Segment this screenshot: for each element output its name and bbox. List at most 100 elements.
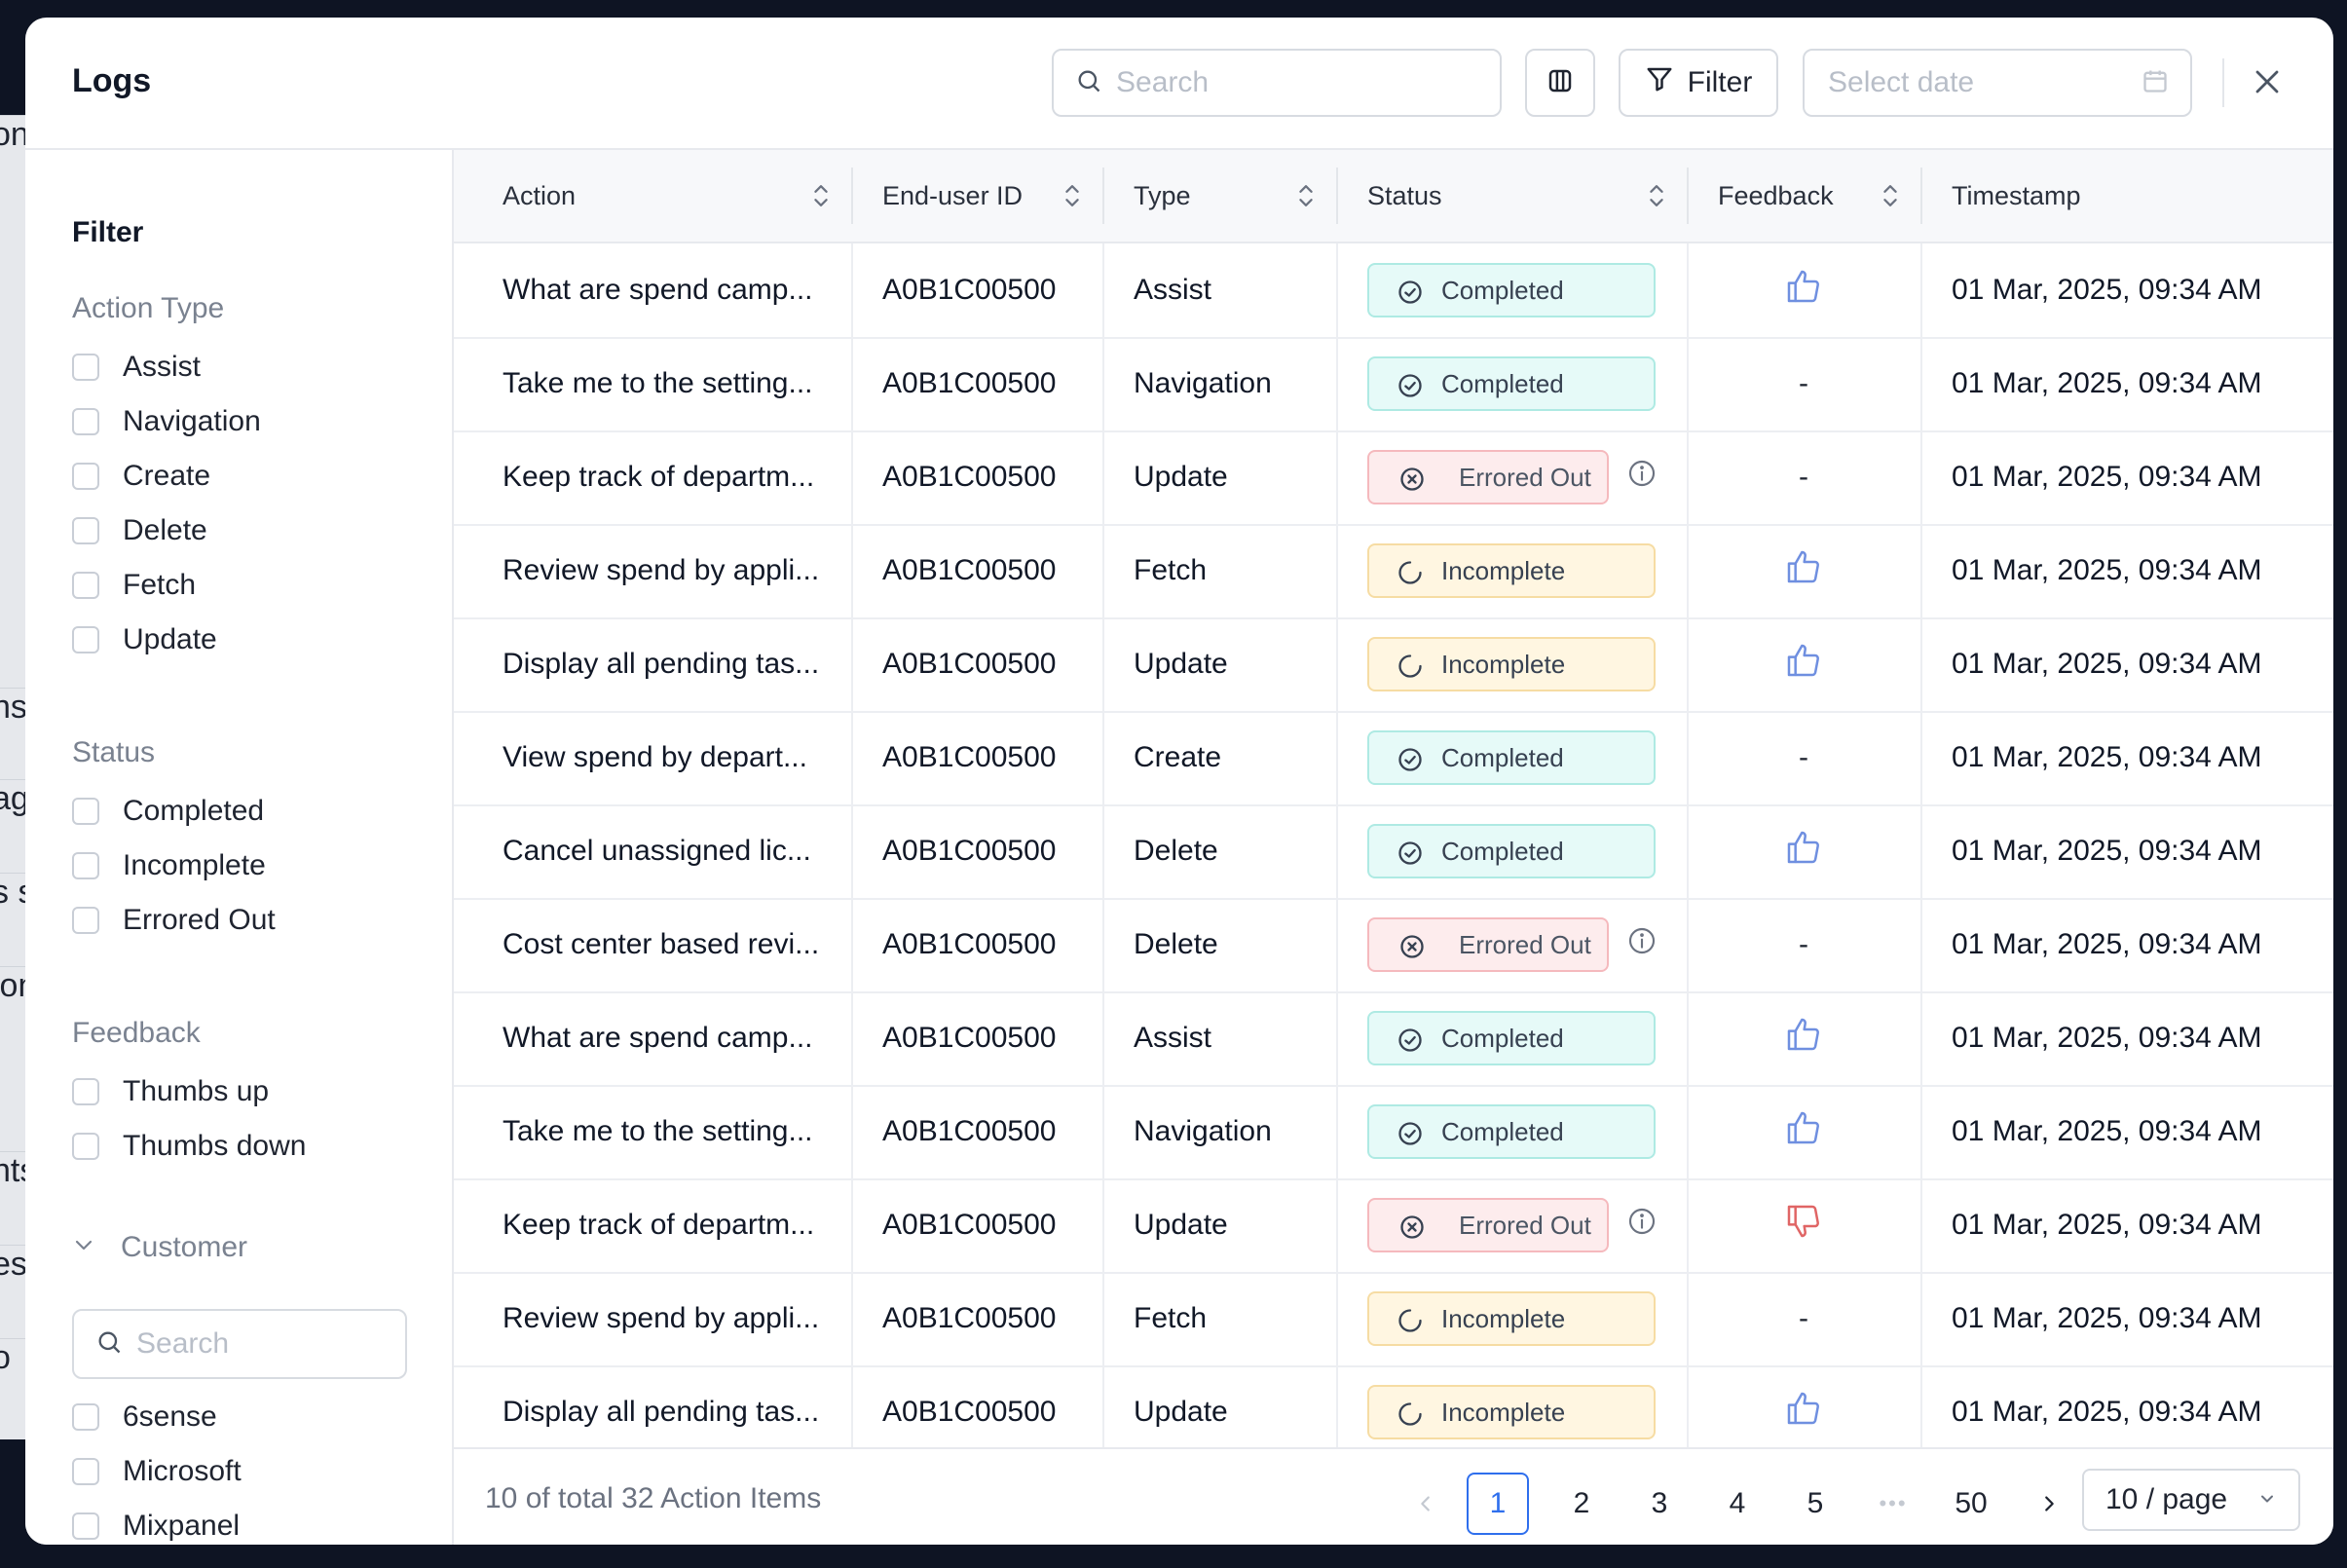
cell-action: Cancel unassigned lic...	[503, 835, 811, 867]
filter-option-navigation[interactable]: Navigation	[72, 405, 261, 438]
feedback-heading: Feedback	[72, 1017, 201, 1049]
sort-icon[interactable]	[1881, 182, 1899, 216]
checkbox[interactable]	[72, 852, 99, 879]
table-row[interactable]: Review spend by appli... A0B1C00500 Fetch I…	[454, 1272, 2333, 1367]
table-row[interactable]: What are spend camp... A0B1C00500 Assist Co…	[454, 243, 2333, 339]
page-button-2[interactable]: 2	[1550, 1473, 1613, 1535]
search-input[interactable]	[1114, 65, 1500, 100]
filter-option-microsoft[interactable]: Microsoft	[72, 1455, 242, 1488]
page-button-4[interactable]: 4	[1706, 1473, 1769, 1535]
table-row[interactable]: Display all pending tas... A0B1C00500 Upda…	[454, 617, 2333, 713]
filter-button[interactable]: Filter	[1619, 49, 1778, 117]
checkbox[interactable]	[72, 907, 99, 934]
checkbox[interactable]	[72, 1078, 99, 1105]
date-input[interactable]	[1826, 65, 2122, 100]
column-header-feedback[interactable]: Feedback	[1687, 150, 1920, 242]
checkbox[interactable]	[72, 626, 99, 653]
checkbox[interactable]	[72, 463, 99, 490]
filter-option-fetch[interactable]: Fetch	[72, 569, 196, 602]
filter-option-errored-out[interactable]: Errored Out	[72, 904, 276, 937]
sort-icon[interactable]	[1297, 182, 1315, 216]
column-divider	[851, 991, 853, 1085]
next-page-button[interactable]	[2018, 1473, 2080, 1535]
table-row[interactable]: Cost center based revi... A0B1C00500 Delet…	[454, 898, 2333, 993]
cell-feedback	[1687, 1365, 1920, 1459]
checkbox[interactable]	[72, 354, 99, 381]
info-icon[interactable]	[1626, 1206, 1658, 1245]
items-summary: 10 of total 32 Action Items	[485, 1482, 822, 1514]
date-picker[interactable]	[1803, 49, 2192, 117]
column-divider	[1102, 1085, 1104, 1178]
page-button-1[interactable]: 1	[1467, 1473, 1529, 1535]
table-row[interactable]: Review spend by appli... A0B1C00500 Fetch I…	[454, 524, 2333, 619]
filter-option-incomplete[interactable]: Incomplete	[72, 849, 266, 882]
customer-search-field[interactable]	[72, 1309, 407, 1379]
filter-option-update[interactable]: Update	[72, 623, 217, 656]
status-badge: Incomplete	[1367, 1385, 1656, 1439]
table-row[interactable]: What are spend camp... A0B1C00500 Assist Co…	[454, 991, 2333, 1087]
filter-option-delete[interactable]: Delete	[72, 514, 207, 547]
column-divider	[851, 430, 853, 524]
checkbox[interactable]	[72, 572, 99, 599]
status-label: Completed	[1441, 1023, 1564, 1053]
action-type-heading: Action Type	[72, 292, 225, 324]
column-divider	[1336, 1365, 1338, 1459]
column-divider	[851, 337, 853, 430]
sort-icon[interactable]	[1063, 182, 1081, 216]
column-header-end-user-id[interactable]: End-user ID	[851, 150, 1102, 242]
search-field[interactable]	[1052, 49, 1502, 117]
column-divider	[1336, 430, 1338, 524]
filter-option-create[interactable]: Create	[72, 460, 210, 493]
customer-section-toggle[interactable]: Customer	[72, 1231, 247, 1264]
columns-button[interactable]	[1525, 49, 1595, 117]
filter-option-thumbs-down[interactable]: Thumbs down	[72, 1130, 306, 1163]
checkbox[interactable]	[72, 798, 99, 825]
cell-action: Cost center based revi...	[503, 928, 820, 960]
column-divider	[1920, 243, 1922, 337]
page-button-5[interactable]: 5	[1784, 1473, 1846, 1535]
status-badge: Errored Out	[1367, 450, 1609, 504]
cell-timestamp: 01 Mar, 2025, 09:34 AM	[1952, 928, 2262, 960]
filter-option-thumbs-up[interactable]: Thumbs up	[72, 1075, 269, 1108]
sort-icon[interactable]	[1648, 182, 1665, 216]
column-header-action[interactable]: Action	[454, 150, 851, 242]
filter-option-completed[interactable]: Completed	[72, 795, 264, 828]
checkbox[interactable]	[72, 1512, 99, 1540]
table-row[interactable]: Keep track of departm... A0B1C00500 Update…	[454, 1178, 2333, 1274]
bg-fragment: s sp	[0, 873, 27, 912]
checkbox[interactable]	[72, 517, 99, 544]
feedback-empty: -	[1799, 1302, 1808, 1334]
checkbox[interactable]	[72, 1133, 99, 1160]
table-row[interactable]: Take me to the setting... A0B1C00500 Navig…	[454, 1085, 2333, 1180]
checkbox[interactable]	[72, 408, 99, 435]
filter-option-mixpanel[interactable]: Mixpanel	[72, 1510, 240, 1543]
column-header-type[interactable]: Type	[1102, 150, 1336, 242]
page-ellipsis[interactable]: •••	[1862, 1473, 1924, 1535]
column-divider	[1920, 1365, 1922, 1459]
page-button-last[interactable]: 50	[1940, 1473, 2002, 1535]
status-label: Incomplete	[1441, 649, 1566, 679]
cell-type: Delete	[1134, 928, 1218, 960]
info-icon[interactable]	[1626, 925, 1658, 964]
filter-option-6sense[interactable]: 6sense	[72, 1400, 217, 1434]
info-icon[interactable]	[1626, 458, 1658, 497]
customer-search-input[interactable]	[134, 1326, 405, 1362]
sort-icon[interactable]	[812, 182, 830, 216]
table-row[interactable]: Take me to the setting... A0B1C00500 Navig…	[454, 337, 2333, 432]
thumbs-up-icon	[1784, 828, 1823, 875]
bg-fragment: nts	[0, 1151, 27, 1190]
checkbox[interactable]	[72, 1458, 99, 1485]
filter-option-assist[interactable]: Assist	[72, 351, 201, 384]
close-button[interactable]	[2246, 62, 2289, 105]
status-badge: Incomplete	[1367, 543, 1656, 598]
cell-status: Incomplete	[1367, 524, 1656, 617]
prev-page-button[interactable]	[1406, 1473, 1445, 1535]
page-button-3[interactable]: 3	[1628, 1473, 1691, 1535]
table-row[interactable]: Cancel unassigned lic... A0B1C00500 Delete…	[454, 804, 2333, 900]
column-header-timestamp[interactable]: Timestamp	[1920, 150, 2333, 242]
checkbox[interactable]	[72, 1403, 99, 1431]
column-header-status[interactable]: Status	[1336, 150, 1687, 242]
table-row[interactable]: View spend by depart... A0B1C00500 Create C…	[454, 711, 2333, 806]
table-row[interactable]: Keep track of departm... A0B1C00500 Update…	[454, 430, 2333, 526]
page-size-select[interactable]: 10 / page	[2082, 1469, 2300, 1531]
